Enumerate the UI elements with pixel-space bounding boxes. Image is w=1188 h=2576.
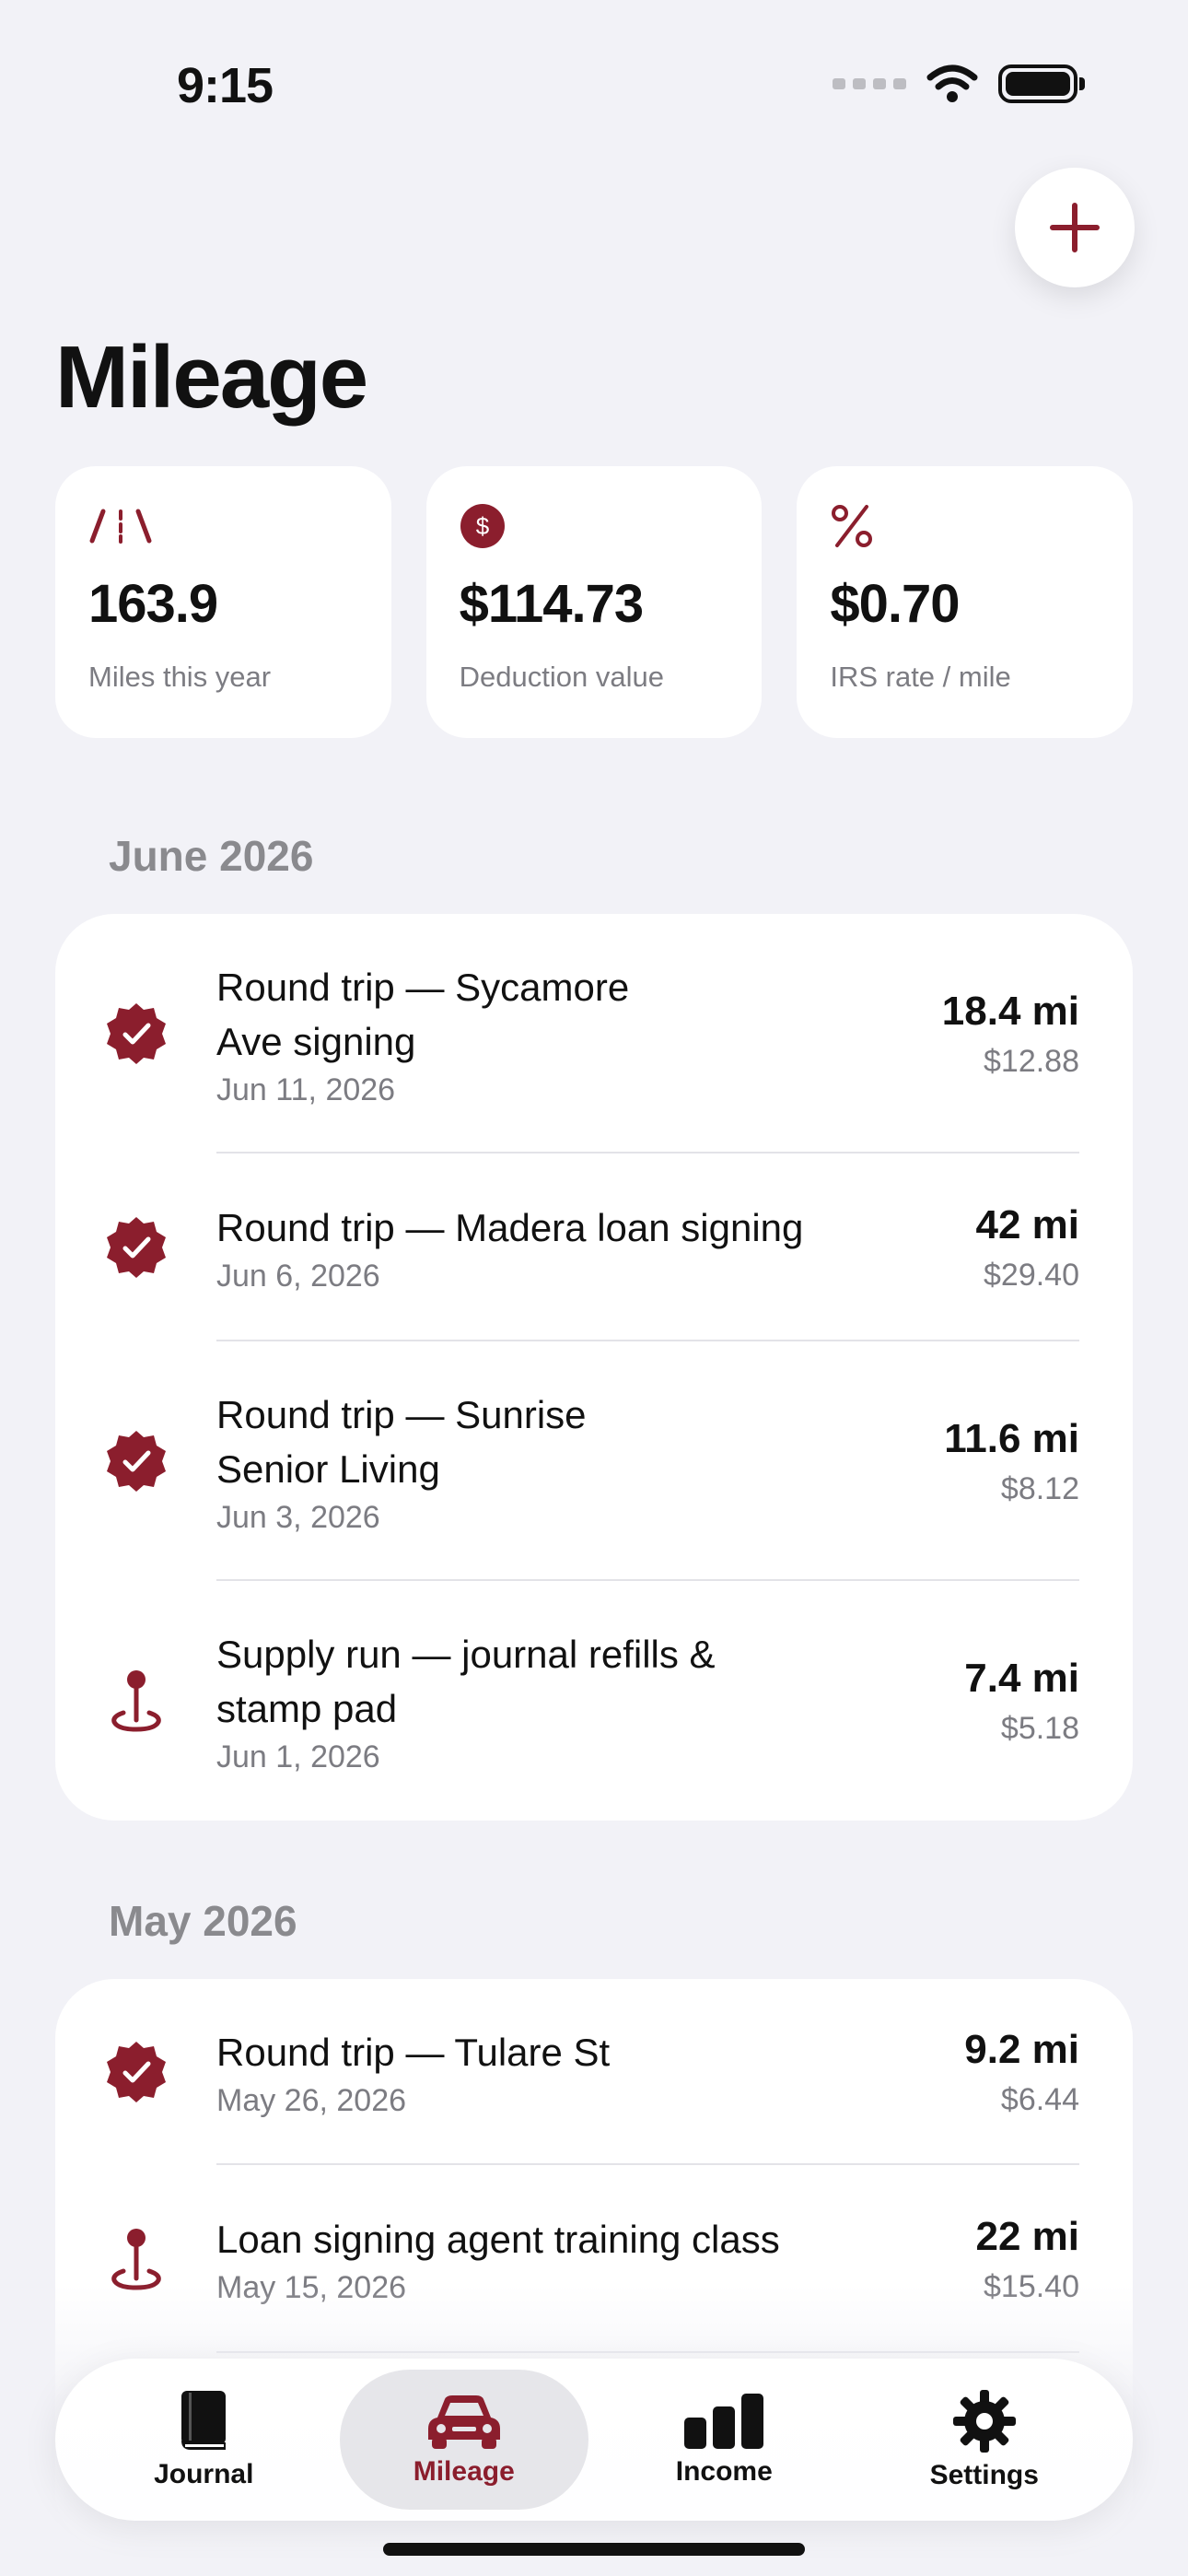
tab-label: Mileage xyxy=(413,2456,515,2487)
dollar-circle-icon: $ xyxy=(460,504,505,548)
map-pin-icon xyxy=(111,1670,161,1732)
section-header-may: May 2026 xyxy=(109,1897,297,1945)
trip-title: Round trip — Madera loan signing xyxy=(216,1200,975,1255)
trip-title-line: Round trip — Sunrise xyxy=(216,1392,587,1436)
stat-label-deduction: Deduction value xyxy=(459,661,664,693)
trip-title-line: Loan signing agent training class xyxy=(216,2218,780,2261)
stat-card-rate: $0.70 IRS rate / mile xyxy=(797,466,1134,738)
tab-label: Income xyxy=(675,2456,773,2487)
add-trip-button[interactable] xyxy=(1015,168,1135,287)
trip-date: Jun 1, 2026 xyxy=(216,1739,380,1774)
trip-amount: $5.18 xyxy=(1000,1710,1079,1746)
trip-title-line: Round trip — Sycamore xyxy=(216,965,630,1009)
trip-miles: 11.6 mi xyxy=(944,1415,1079,1461)
stat-card-miles: 163.9 Miles this year xyxy=(55,466,391,738)
trip-amount: $12.88 xyxy=(984,1043,1079,1079)
tab-label: Journal xyxy=(154,2459,254,2489)
page-title: Mileage xyxy=(55,328,368,427)
stat-label-rate: IRS rate / mile xyxy=(830,661,1011,693)
trip-date: Jun 3, 2026 xyxy=(216,1499,380,1535)
car-icon xyxy=(427,2395,500,2449)
tab-label: Settings xyxy=(929,2460,1039,2490)
trip-title: Loan signing agent training class xyxy=(216,2212,975,2266)
trip-amount: $8.12 xyxy=(1000,1470,1079,1506)
trip-date: Jun 11, 2026 xyxy=(216,1071,396,1107)
trip-miles: 7.4 mi xyxy=(964,1655,1079,1701)
home-indicator xyxy=(383,2543,805,2556)
verified-badge-icon xyxy=(106,1217,166,1278)
stat-label-miles: Miles this year xyxy=(88,661,272,693)
trip-amount: $29.40 xyxy=(984,1257,1079,1293)
road-icon xyxy=(89,509,152,544)
plus-icon xyxy=(1050,203,1100,252)
cellular-signal-icon xyxy=(833,78,906,89)
trip-row[interactable]: Round trip — Sycamore Ave signing Jun 11… xyxy=(55,914,1133,1153)
trip-title-line: stamp pad xyxy=(216,1686,398,1730)
book-icon xyxy=(181,2391,227,2450)
trip-miles: 9.2 mi xyxy=(964,2026,1079,2072)
stat-card-deduction: $ $114.73 Deduction value xyxy=(425,466,763,738)
gear-icon xyxy=(952,2390,1016,2453)
stats-row: 163.9 Miles this year $ $114.73 Deductio… xyxy=(55,466,1134,738)
trip-row[interactable]: Supply run — journal refills & stamp pad… xyxy=(55,1581,1133,1821)
trip-title: Round trip — Sunrise Senior Living xyxy=(216,1388,944,1496)
tab-income[interactable]: Income xyxy=(600,2370,848,2510)
tab-settings[interactable]: Settings xyxy=(860,2370,1109,2510)
bar-chart-icon xyxy=(684,2394,764,2449)
trip-title: Round trip — Sycamore Ave signing xyxy=(216,960,942,1069)
trip-title-line: Supply run — journal refills & xyxy=(216,1632,716,1676)
trip-amount: $6.44 xyxy=(1000,2081,1079,2117)
svg-text:$: $ xyxy=(475,512,489,540)
trip-row[interactable]: Round trip — Madera loan signing Jun 6, … xyxy=(55,1153,1133,1341)
mileage-screen: 9:15 Mileage 163.9 Miles this year $ $11… xyxy=(0,0,1188,2576)
tab-bar: Journal Mileage Income Settings xyxy=(55,2359,1133,2521)
stat-value-rate: $0.70 xyxy=(830,574,960,634)
trip-title-line: Senior Living xyxy=(216,1446,440,1491)
trip-row[interactable]: Round trip — Sunrise Senior Living Jun 3… xyxy=(55,1341,1133,1581)
trip-title: Round trip — Tulare St xyxy=(216,2025,964,2079)
map-pin-icon xyxy=(111,2229,161,2290)
status-time: 9:15 xyxy=(177,58,274,113)
section-header-june: June 2026 xyxy=(109,832,314,880)
trip-date: Jun 6, 2026 xyxy=(216,1259,380,1294)
stat-value-deduction: $114.73 xyxy=(459,574,644,634)
tab-mileage[interactable]: Mileage xyxy=(339,2370,588,2510)
trip-title-line: Ave signing xyxy=(216,1019,416,1063)
battery-icon xyxy=(998,64,1085,103)
verified-badge-icon xyxy=(106,2042,166,2102)
verified-badge-icon xyxy=(106,1431,166,1492)
trip-title-line: Round trip — Madera loan signing xyxy=(216,1206,804,1249)
trip-row[interactable]: Round trip — Tulare St May 26, 2026 9.2 … xyxy=(55,1979,1133,2165)
wifi-icon xyxy=(926,64,978,102)
trip-title-line: Round trip — Tulare St xyxy=(216,2031,611,2074)
status-indicators xyxy=(833,64,1085,103)
trip-miles: 42 mi xyxy=(975,1201,1079,1247)
tab-journal[interactable]: Journal xyxy=(79,2370,328,2510)
trip-miles: 22 mi xyxy=(975,2213,1079,2259)
percent-icon xyxy=(832,505,873,547)
trip-title: Supply run — journal refills & stamp pad xyxy=(216,1627,964,1736)
trip-date: May 26, 2026 xyxy=(216,2083,407,2118)
verified-badge-icon xyxy=(106,1003,166,1064)
trip-list-june: Round trip — Sycamore Ave signing Jun 11… xyxy=(55,914,1133,1821)
stat-value-miles: 163.9 xyxy=(88,574,218,634)
trip-miles: 18.4 mi xyxy=(941,988,1079,1034)
